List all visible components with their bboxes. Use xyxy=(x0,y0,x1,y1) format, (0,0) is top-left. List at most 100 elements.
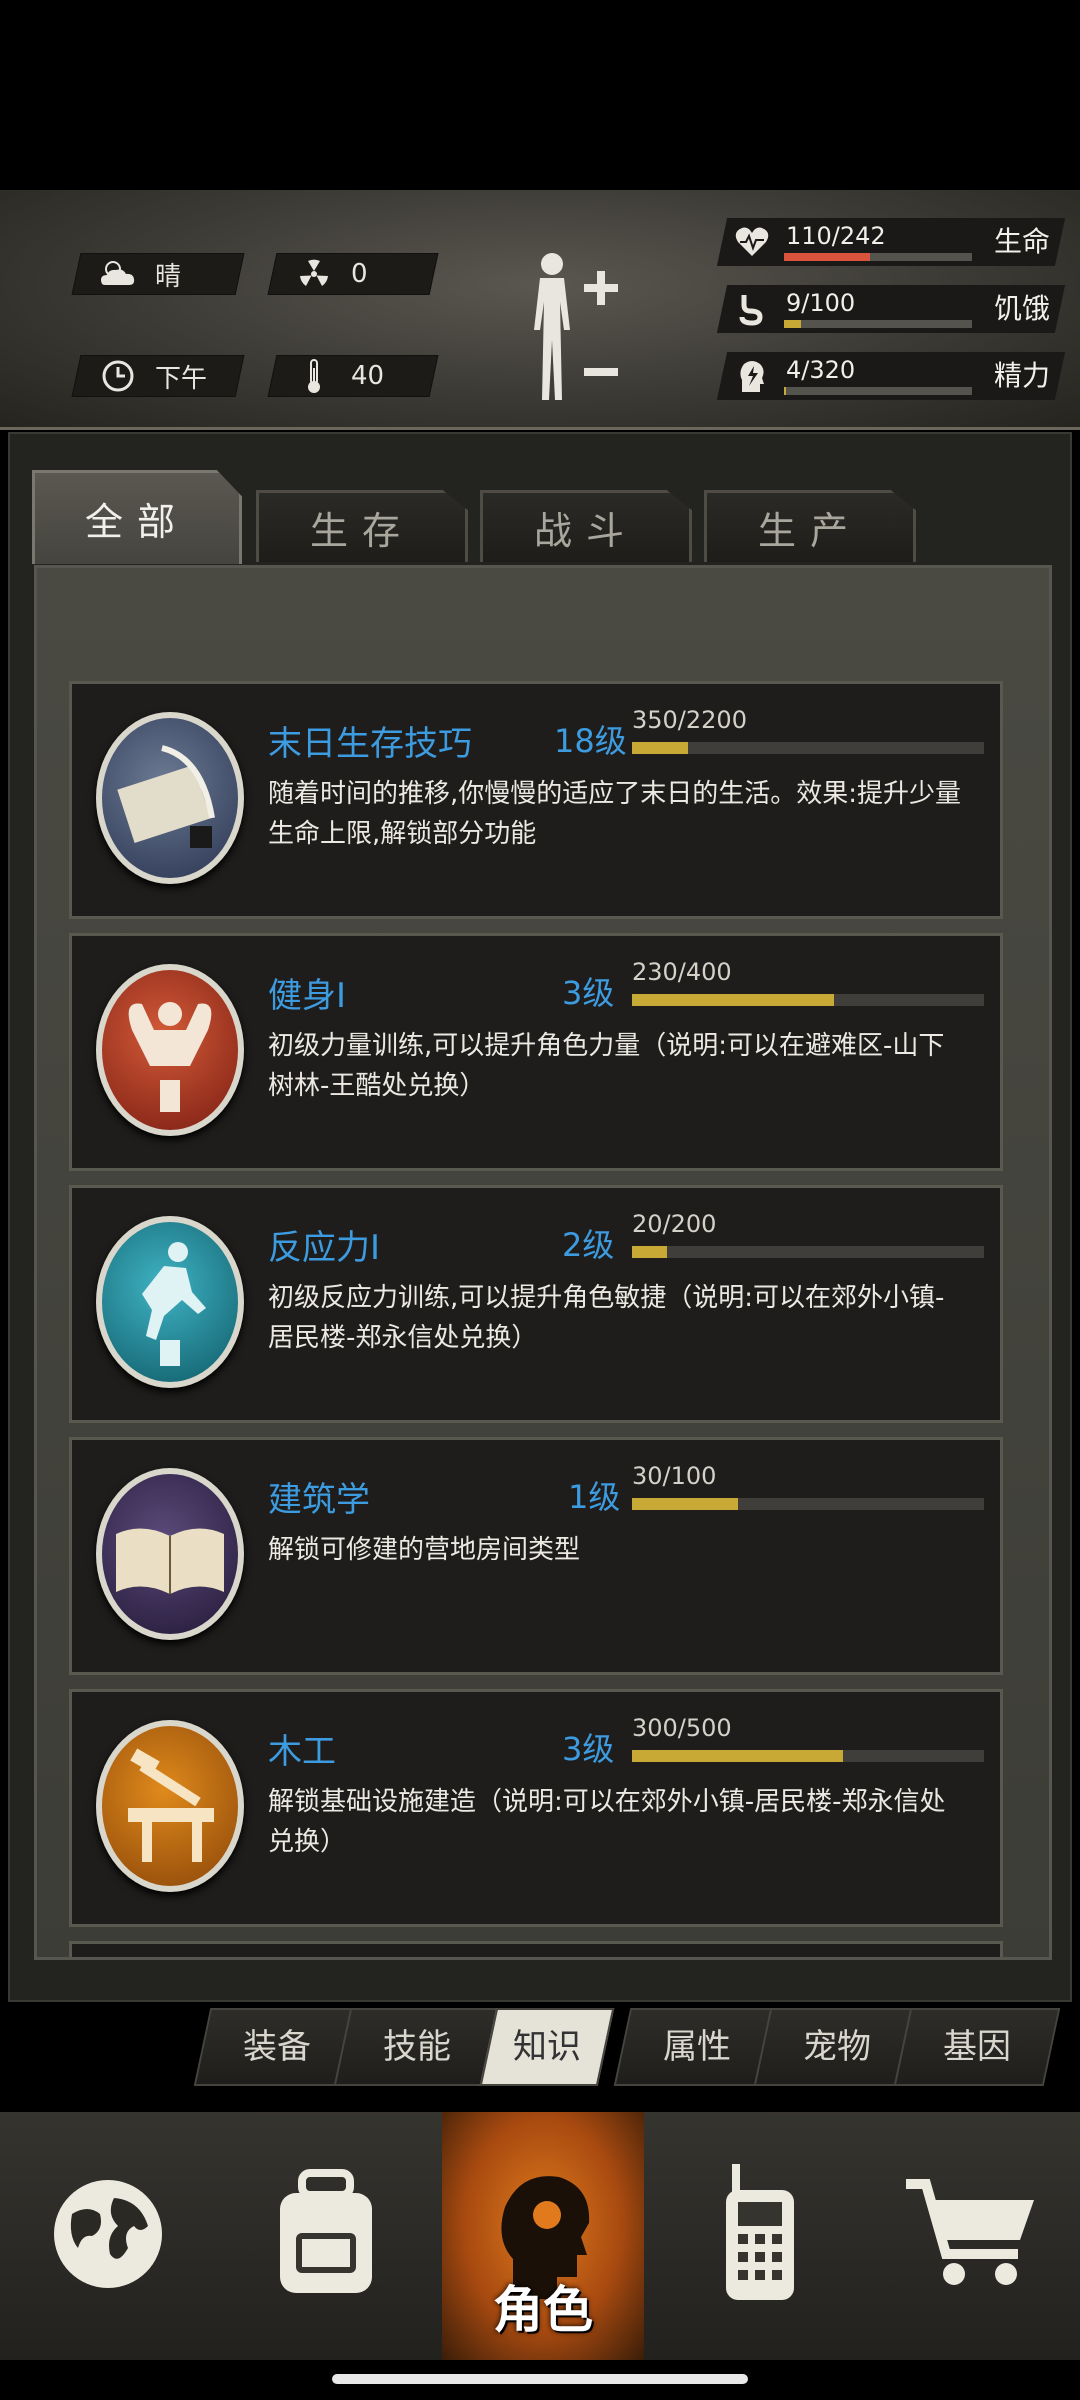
nav-world[interactable] xyxy=(8,2112,208,2360)
subtab-attributes-label: 属性 xyxy=(663,2027,731,2067)
clock-icon xyxy=(99,357,137,395)
hp-label: 生命 xyxy=(994,225,1051,258)
energy-head-icon xyxy=(734,358,770,394)
skill-progress-fill xyxy=(632,994,835,1006)
subtab-skills[interactable]: 技能 xyxy=(333,2008,501,2086)
subtab-equipment-label: 装备 xyxy=(243,2027,311,2067)
backpack-icon xyxy=(266,2169,386,2303)
vital-energy: 4/320 精力 xyxy=(716,352,1066,400)
hunger-fill xyxy=(784,320,801,328)
tab-production[interactable]: 生产 xyxy=(704,490,916,562)
temperature-value: 40 xyxy=(351,361,385,391)
subtab-knowledge-label: 知识 xyxy=(513,2027,581,2067)
skill-card[interactable] xyxy=(69,1941,1003,1957)
tab-survival-label: 生存 xyxy=(309,509,414,553)
skill-name: 末日生存技巧 xyxy=(268,724,472,764)
nav-character-label: 角色 xyxy=(493,2281,593,2339)
skill-list-panel[interactable]: 末日生存技巧 18级 350/2200 随着时间的推移,你慢慢的适应了末日的生活… xyxy=(34,565,1052,1960)
tab-survival[interactable]: 生存 xyxy=(256,490,468,562)
skill-level: 3级 xyxy=(562,974,615,1012)
radiation-chip: 0 xyxy=(267,253,439,295)
skill-progress-track xyxy=(632,1750,984,1762)
muscle-icon xyxy=(96,964,244,1136)
character-subtabs: 装备 技能 知识 属性 宠物 基因 xyxy=(193,2008,1064,2088)
temperature-chip: 40 xyxy=(267,355,439,397)
radiation-value: 0 xyxy=(351,259,368,289)
stomach-icon xyxy=(734,291,770,327)
skill-progress-track xyxy=(632,1498,984,1510)
skill-card[interactable]: 末日生存技巧 18级 350/2200 随着时间的推移,你慢慢的适应了末日的生活… xyxy=(69,681,1003,919)
weather-value: 晴 xyxy=(155,261,182,292)
skill-level: 3级 xyxy=(562,1730,615,1768)
skill-progress-fill xyxy=(632,1246,668,1258)
skill-progress-track xyxy=(632,1246,984,1258)
skill-level: 1级 xyxy=(568,1478,621,1516)
vital-hunger: 9/100 饥饿 xyxy=(716,285,1066,333)
skill-level: 2级 xyxy=(562,1226,615,1264)
skill-name: 建筑学 xyxy=(268,1480,370,1520)
skill-description: 随着时间的推移,你慢慢的适应了末日的生活。效果:提升少量生命上限,解锁部分功能 xyxy=(268,779,962,849)
skill-description: 解锁可修建的营地房间类型 xyxy=(268,1535,581,1565)
subtab-genes[interactable]: 基因 xyxy=(893,2008,1061,2086)
skill-description: 初级反应力训练,可以提升角色敏捷（说明:可以在郊外小镇-居民楼-郑永信处兑换） xyxy=(268,1283,945,1353)
nav-radio[interactable] xyxy=(660,2112,860,2360)
skill-progress-fill xyxy=(632,1750,844,1762)
skill-card[interactable]: 反应力Ⅰ 2级 20/200 初级反应力训练,可以提升角色敏捷（说明:可以在郊外… xyxy=(69,1185,1003,1423)
skill-card[interactable]: 建筑学 1级 30/100 解锁可修建的营地房间类型 xyxy=(69,1437,1003,1675)
skill-progress-fill xyxy=(632,742,688,754)
nav-shop[interactable] xyxy=(872,2112,1072,2360)
hp-value: 110/242 xyxy=(786,222,886,250)
skill-card[interactable]: 木工 3级 300/500 解锁基础设施建造（说明:可以在郊外小镇-居民楼-郑永… xyxy=(69,1689,1003,1927)
top-black-area xyxy=(0,0,1080,190)
scroll-quill-icon xyxy=(96,712,244,884)
subtab-skills-label: 技能 xyxy=(383,2027,451,2067)
globe-icon xyxy=(48,2174,168,2298)
radiation-icon xyxy=(295,255,333,293)
skill-exp: 350/2200 xyxy=(632,706,747,734)
cart-icon xyxy=(902,2174,1042,2298)
skill-name: 健身Ⅰ xyxy=(268,976,347,1016)
tab-combat-label: 战斗 xyxy=(533,509,638,553)
bottom-nav: 角色 xyxy=(0,2112,1080,2360)
tab-all-label: 全部 xyxy=(84,500,189,544)
weather-chip: 晴 xyxy=(71,253,245,295)
vital-hp: 110/242 生命 xyxy=(716,218,1066,266)
home-indicator[interactable] xyxy=(332,2374,748,2384)
blueprint-book-icon xyxy=(96,1468,244,1640)
hp-fill xyxy=(784,253,870,261)
subtab-knowledge[interactable]: 知识 xyxy=(479,2008,615,2086)
time-chip: 下午 xyxy=(71,355,245,397)
carpentry-icon xyxy=(96,1720,244,1892)
subtab-pets-label: 宠物 xyxy=(803,2027,871,2067)
nav-backpack[interactable] xyxy=(226,2112,426,2360)
skill-description: 初级力量训练,可以提升角色力量（说明:可以在避难区-山下树林-王酷处兑换） xyxy=(268,1031,945,1101)
tab-combat[interactable]: 战斗 xyxy=(480,490,692,562)
nav-character[interactable]: 角色 xyxy=(442,2112,644,2360)
energy-fill xyxy=(784,387,787,395)
hunger-label: 饥饿 xyxy=(994,292,1051,325)
skill-name: 木工 xyxy=(268,1732,336,1772)
heart-pulse-icon xyxy=(734,224,770,260)
skill-level: 18级 xyxy=(554,722,627,760)
agility-icon xyxy=(96,1216,244,1388)
skill-name: 反应力Ⅰ xyxy=(268,1228,381,1268)
tab-all[interactable]: 全部 xyxy=(32,470,242,564)
skill-exp: 20/200 xyxy=(632,1210,717,1238)
cloud-sun-icon xyxy=(99,255,137,293)
energy-label: 精力 xyxy=(994,359,1051,392)
skill-progress-track xyxy=(632,742,984,754)
skill-progress-track xyxy=(632,994,984,1006)
skill-exp: 300/500 xyxy=(632,1714,732,1742)
energy-value: 4/320 xyxy=(786,356,856,384)
character-body-icon[interactable] xyxy=(520,250,630,410)
skill-exp: 230/400 xyxy=(632,958,732,986)
skill-description: 解锁基础设施建造（说明:可以在郊外小镇-居民楼-郑永信处兑换） xyxy=(268,1787,946,1857)
subtab-genes-label: 基因 xyxy=(943,2027,1011,2067)
skill-progress-fill xyxy=(632,1498,738,1510)
walkie-talkie-icon xyxy=(710,2164,810,2308)
tab-production-label: 生产 xyxy=(757,509,862,553)
hunger-value: 9/100 xyxy=(786,289,856,317)
skill-exp: 30/100 xyxy=(632,1462,717,1490)
thermometer-icon xyxy=(295,357,333,395)
skill-card[interactable]: 健身Ⅰ 3级 230/400 初级力量训练,可以提升角色力量（说明:可以在避难区… xyxy=(69,933,1003,1171)
